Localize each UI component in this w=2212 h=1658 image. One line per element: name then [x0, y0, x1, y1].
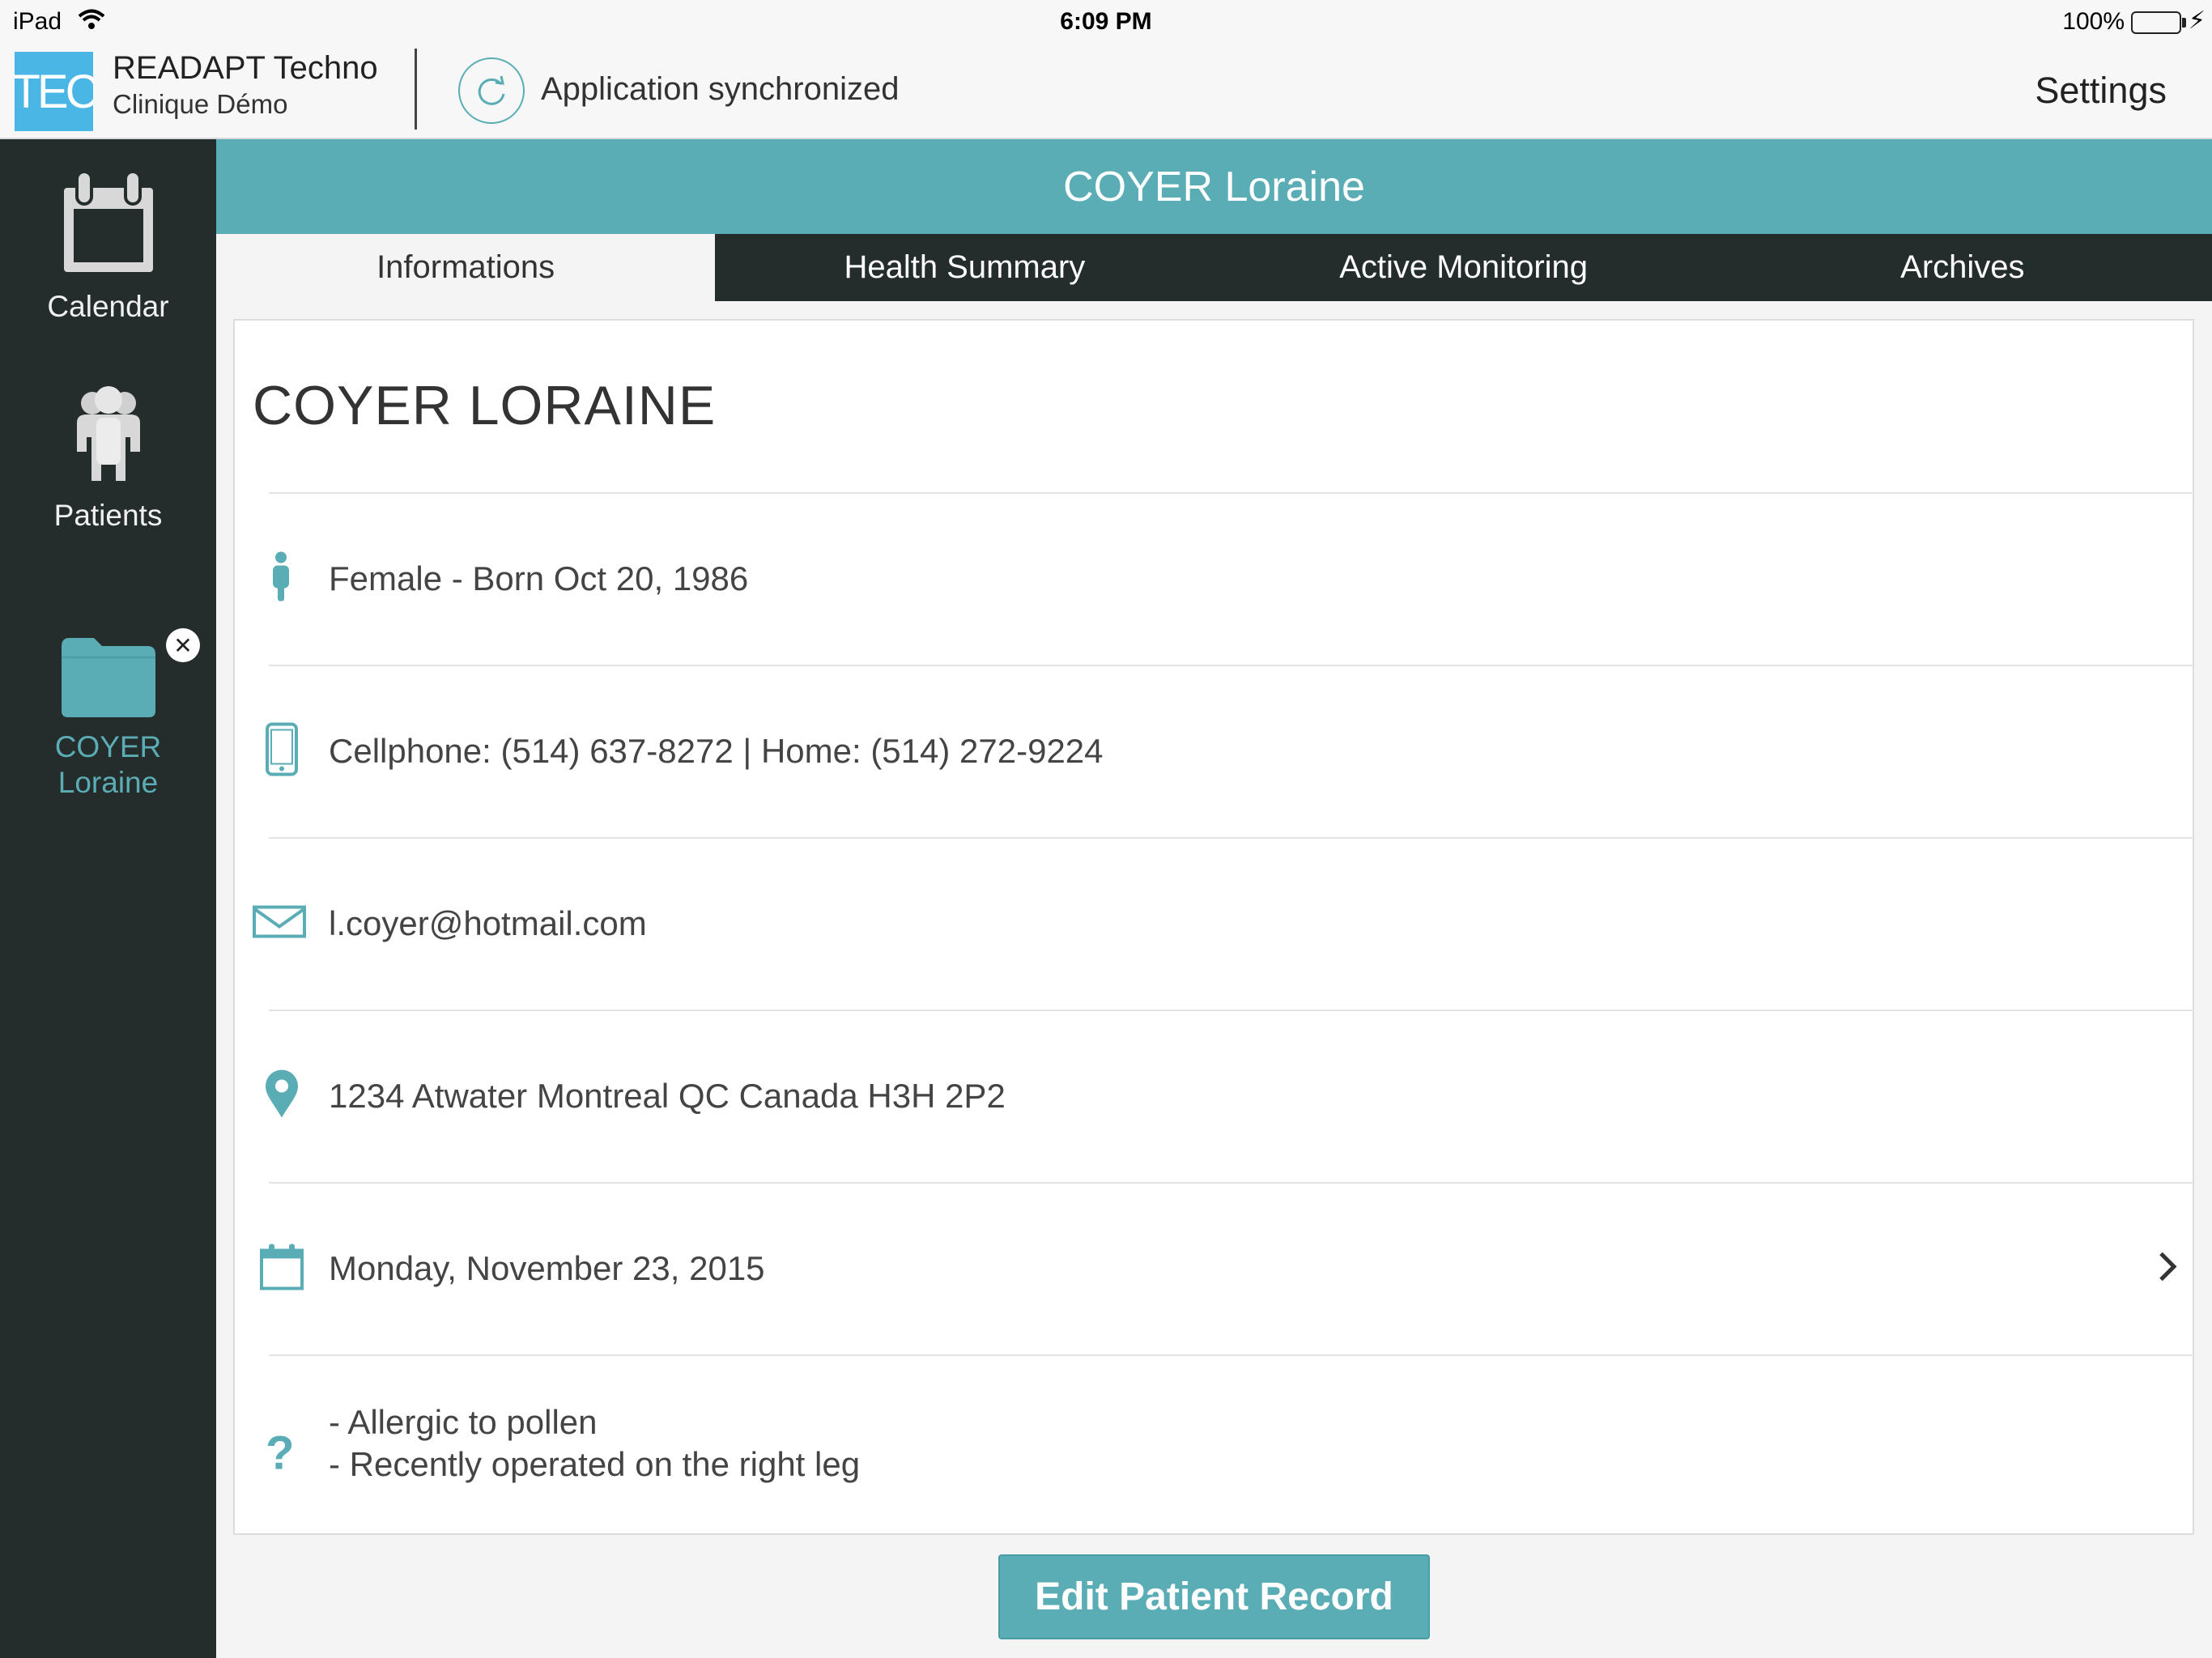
appointment-date-text: Monday, November 23, 2015	[329, 1248, 765, 1287]
patient-name-heading: COYER LORAINE	[253, 375, 717, 436]
question-icon: ?	[266, 1426, 295, 1480]
email-row[interactable]: l.coyer@hotmail.com	[235, 837, 2194, 1010]
chevron-right-icon[interactable]	[2157, 1250, 2178, 1286]
note-item: - Recently operated on the right leg	[329, 1445, 861, 1483]
person-icon	[270, 551, 291, 606]
calendar-icon	[0, 168, 216, 283]
org-subtitle: Clinique Démo	[113, 89, 288, 119]
sidebar: Calendar Patients COYER Loraine ✕	[0, 139, 216, 1658]
patient-info-card: COYER LORAINE Female - Born Oct 20, 1986…	[233, 319, 2194, 1535]
settings-button[interactable]: Settings	[2035, 70, 2167, 112]
patient-banner: COYER Loraine	[216, 139, 2212, 234]
edit-patient-record-button[interactable]: Edit Patient Record	[998, 1554, 1430, 1639]
header-divider	[415, 49, 417, 130]
app-header: TEC READAPT Techno Clinique Démo Applica…	[0, 44, 2212, 139]
calendar-small-icon	[259, 1242, 304, 1295]
tab-active-monitoring[interactable]: Active Monitoring	[1214, 234, 1713, 301]
notes-list: - Allergic to pollen - Recently operated…	[329, 1401, 860, 1486]
tab-archives[interactable]: Archives	[1713, 234, 2212, 301]
mail-icon	[253, 905, 306, 942]
sidebar-label-patient-first: Loraine	[57, 766, 159, 799]
email-text: l.coyer@hotmail.com	[329, 903, 647, 942]
sidebar-label-patients: Patients	[53, 499, 163, 532]
status-bar: iPad 6:09 PM 100% ⚡	[0, 0, 2212, 44]
sidebar-item-calendar[interactable]: Calendar	[0, 168, 216, 325]
battery-icon	[2131, 11, 2181, 34]
phone-numbers-text: Cellphone: (514) 637-8272 | Home: (514) …	[329, 731, 1104, 770]
charging-icon: ⚡	[2188, 7, 2206, 34]
battery-percent: 100%	[2062, 8, 2125, 35]
phone-row[interactable]: Cellphone: (514) 637-8272 | Home: (514) …	[235, 665, 2194, 837]
sidebar-label-patient-last: COYER	[54, 730, 162, 763]
close-icon: ✕	[173, 632, 193, 658]
tab-health-summary[interactable]: Health Summary	[715, 234, 1214, 301]
patients-icon	[0, 385, 216, 491]
status-time: 6:09 PM	[1060, 8, 1152, 35]
phone-icon	[266, 722, 298, 780]
address-row[interactable]: 1234 Atwater Montreal QC Canada H3H 2P2	[235, 1010, 2194, 1182]
notes-row: ? - Allergic to pollen - Recently operat…	[235, 1354, 2194, 1527]
location-pin-icon	[264, 1069, 300, 1123]
gender-birth-text: Female - Born Oct 20, 1986	[329, 559, 749, 597]
gender-birth-row: Female - Born Oct 20, 1986	[235, 492, 2194, 665]
sidebar-label-calendar: Calendar	[47, 290, 169, 323]
sync-status: Application synchronized	[541, 71, 900, 107]
sidebar-item-patients[interactable]: Patients	[0, 385, 216, 534]
tab-informations[interactable]: Informations	[216, 234, 716, 301]
org-name: READAPT Techno	[113, 50, 378, 86]
close-patient-button[interactable]: ✕	[166, 628, 200, 662]
appointment-row[interactable]: Monday, November 23, 2015	[235, 1182, 2194, 1354]
sync-icon[interactable]	[458, 57, 525, 124]
note-item: - Allergic to pollen	[329, 1403, 598, 1441]
tab-bar: Informations Health Summary Active Monit…	[216, 234, 2212, 301]
app-logo: TEC	[15, 52, 93, 131]
address-text: 1234 Atwater Montreal QC Canada H3H 2P2	[329, 1076, 1006, 1115]
